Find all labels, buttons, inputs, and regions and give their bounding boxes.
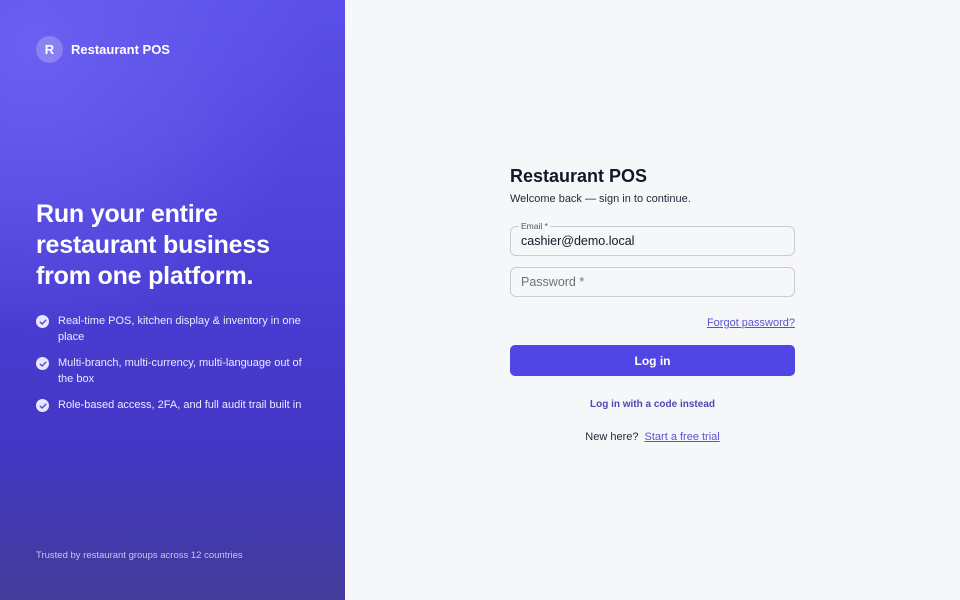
feature-text: Multi-branch, multi-currency, multi-lang… <box>58 357 302 385</box>
form-subtitle: Welcome back — sign in to continue. <box>510 193 691 205</box>
trusted-by-text: Trusted by restaurant groups across 12 c… <box>36 550 243 561</box>
login-button[interactable]: Log in <box>510 345 795 376</box>
logo-badge: R <box>36 36 63 63</box>
password-input[interactable] <box>511 268 794 296</box>
email-field-wrapper: Email * <box>510 221 795 256</box>
brand-name: Restaurant POS <box>71 42 170 57</box>
login-form: Restaurant POS Welcome back — sign in to… <box>510 166 795 443</box>
signup-row: New here? Start a free trial <box>510 431 795 443</box>
login-form-area: Restaurant POS Welcome back — sign in to… <box>345 0 960 600</box>
signup-prompt: New here? <box>585 431 639 443</box>
check-circle-icon <box>36 315 49 328</box>
password-field-wrapper <box>510 267 795 297</box>
forgot-password-link[interactable]: Forgot password? <box>707 317 795 329</box>
form-title: Restaurant POS <box>510 166 648 186</box>
feature-item: Role-based access, 2FA, and full audit t… <box>36 397 316 413</box>
brand-headline: Run your entire restaurant business from… <box>36 200 270 290</box>
email-input[interactable] <box>511 227 794 255</box>
code-login-row: Log in with a code instead <box>510 394 795 412</box>
feature-list: Real-time POS, kitchen display & invento… <box>36 313 316 423</box>
login-page: R Restaurant POS Run your entire restaur… <box>0 0 960 600</box>
check-circle-icon <box>36 399 49 412</box>
feature-item: Real-time POS, kitchen display & invento… <box>36 313 316 345</box>
email-label: Email * <box>519 221 550 231</box>
forgot-password-row: Forgot password? <box>510 313 795 331</box>
brand-logo: R Restaurant POS <box>36 36 170 63</box>
feature-text: Role-based access, 2FA, and full audit t… <box>58 399 302 411</box>
feature-item: Multi-branch, multi-currency, multi-lang… <box>36 355 316 387</box>
code-login-link[interactable]: Log in with a code instead <box>590 399 715 410</box>
free-trial-link[interactable]: Start a free trial <box>645 431 720 443</box>
check-circle-icon <box>36 357 49 370</box>
feature-text: Real-time POS, kitchen display & invento… <box>58 315 301 343</box>
brand-panel: R Restaurant POS Run your entire restaur… <box>0 0 345 600</box>
